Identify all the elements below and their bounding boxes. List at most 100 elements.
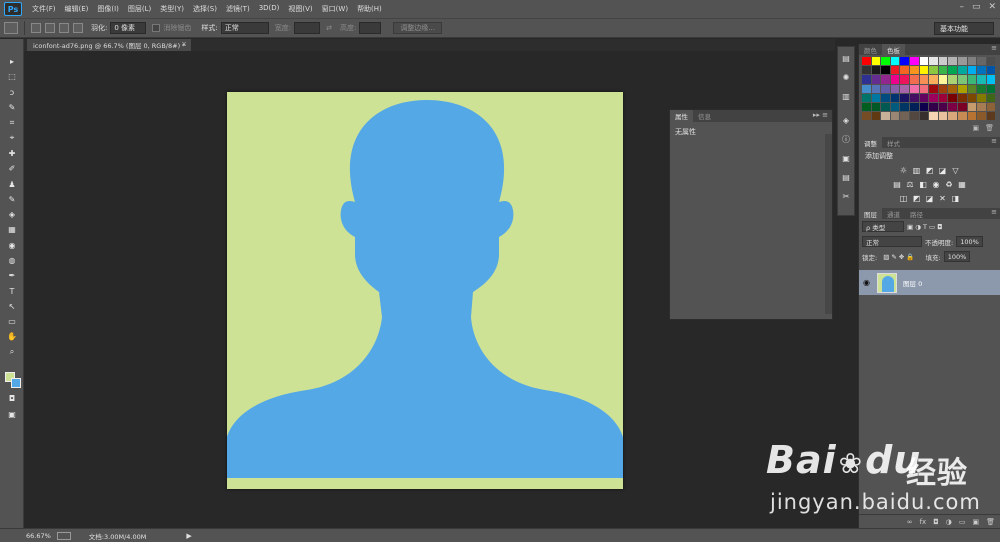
tab-layers[interactable]: 图层 — [859, 208, 882, 220]
color-swatch[interactable] — [948, 75, 957, 84]
color-swatch[interactable] — [977, 102, 986, 112]
color-swatch[interactable] — [957, 75, 967, 84]
color-swatch[interactable] — [919, 112, 929, 121]
color-swatch[interactable] — [948, 102, 957, 112]
color-swatch[interactable] — [890, 93, 900, 102]
color-swatch[interactable] — [938, 84, 948, 93]
color-swatch[interactable] — [909, 112, 919, 121]
refine-edge-button[interactable]: 调整边缘... — [393, 22, 442, 34]
color-swatch[interactable] — [929, 75, 938, 84]
add-selection-icon[interactable] — [45, 23, 55, 33]
color-swatch[interactable] — [967, 57, 977, 66]
adjustment-icon[interactable]: ◩ — [925, 166, 934, 175]
tab-channels[interactable]: 通道 — [882, 208, 905, 219]
workspace-select[interactable]: 基本功能 — [934, 22, 994, 35]
close-tab-icon[interactable]: × — [181, 40, 187, 48]
color-swatch[interactable] — [977, 75, 986, 84]
tool-icon[interactable]: ⬚ — [0, 69, 24, 84]
adjustment-icon[interactable]: ◨ — [951, 194, 960, 203]
menu-item[interactable]: 图层(L) — [128, 4, 151, 14]
color-swatch[interactable] — [871, 93, 881, 102]
properties-scrollbar[interactable] — [825, 134, 832, 314]
color-swatch[interactable] — [909, 93, 919, 102]
adjustment-icon[interactable]: ☼ — [899, 166, 908, 175]
color-swatch[interactable] — [862, 93, 871, 102]
tab-color[interactable]: 颜色 — [859, 44, 882, 55]
character-icon[interactable]: ▣ — [838, 150, 854, 166]
swap-icon[interactable]: ⇄ — [326, 24, 332, 32]
color-swatch[interactable] — [881, 84, 890, 93]
color-swatch[interactable] — [986, 102, 996, 112]
color-swatch[interactable] — [967, 66, 977, 75]
adjustment-icon[interactable]: ✕ — [938, 194, 947, 203]
tool-icon[interactable]: ▭ — [0, 314, 24, 329]
color-swatch[interactable] — [909, 57, 919, 66]
color-swatch[interactable] — [900, 57, 909, 66]
color-swatch[interactable] — [909, 75, 919, 84]
color-swatch[interactable] — [862, 66, 871, 75]
color-swatch[interactable] — [871, 57, 881, 66]
marquee-preset-icon[interactable] — [4, 22, 18, 34]
color-swatch[interactable] — [986, 84, 996, 93]
status-preview-icon[interactable] — [56, 531, 71, 540]
color-swatch[interactable] — [862, 75, 871, 84]
menu-item[interactable]: 窗口(W) — [322, 4, 348, 14]
tool-icon[interactable]: ✎ — [0, 100, 24, 115]
color-swatch[interactable] — [957, 102, 967, 112]
color-swatch[interactable] — [977, 112, 986, 121]
opacity-input[interactable]: 100% — [956, 236, 983, 248]
subtract-selection-icon[interactable] — [59, 23, 69, 33]
color-swatch[interactable] — [929, 102, 938, 112]
document-canvas[interactable] — [227, 92, 623, 489]
screen-mode-icon[interactable]: ▣ — [0, 407, 24, 422]
color-swatch[interactable] — [890, 102, 900, 112]
tab-adjustments[interactable]: 调整 — [859, 137, 882, 149]
menu-item[interactable]: 滤镜(T) — [226, 4, 250, 14]
feather-input[interactable]: 0 像素 — [110, 22, 147, 34]
color-swatch[interactable] — [900, 66, 909, 75]
delete-swatch-icon[interactable]: 🗑 — [985, 124, 994, 132]
color-swatch[interactable] — [929, 84, 938, 93]
tool-icon[interactable]: ▦ — [0, 222, 24, 237]
tool-icon[interactable]: ✒ — [0, 268, 24, 283]
properties-panel-icon[interactable]: ◈ — [838, 112, 854, 128]
color-swatch[interactable] — [986, 66, 996, 75]
color-swatch[interactable] — [948, 112, 957, 121]
adjustment-icon[interactable]: ◪ — [938, 166, 947, 175]
filter-icons[interactable]: ▣ ◑ T ▭ ◘ — [907, 223, 942, 231]
tool-icon[interactable]: ◉ — [0, 238, 24, 253]
adjustment-icon[interactable]: ▤ — [893, 180, 902, 189]
color-swatch[interactable] — [871, 84, 881, 93]
tool-icon[interactable]: ✋ — [0, 329, 24, 344]
background-color-swatch[interactable] — [11, 378, 21, 388]
tool-icon[interactable]: ✚ — [0, 146, 24, 161]
adjustment-icon[interactable]: ▽ — [951, 166, 960, 175]
color-swatch[interactable] — [967, 84, 977, 93]
adjustment-icon[interactable]: ▦ — [958, 180, 967, 189]
menu-item[interactable]: 3D(D) — [259, 4, 280, 14]
menu-item[interactable]: 类型(Y) — [160, 4, 184, 14]
blend-mode-select[interactable]: 正常 — [862, 236, 922, 248]
panel-menu-icon[interactable]: ≡ — [991, 208, 997, 216]
panel-collapse-icon[interactable]: ▸▸ ≡ — [813, 111, 828, 119]
color-swatch[interactable] — [938, 57, 948, 66]
color-swatch[interactable] — [881, 102, 890, 112]
color-swatch[interactable] — [900, 75, 909, 84]
color-swatch[interactable] — [890, 75, 900, 84]
adjustment-icon[interactable]: ⚖ — [906, 180, 915, 189]
restore-icon[interactable]: ▭ — [972, 2, 981, 12]
color-swatch[interactable] — [967, 102, 977, 112]
color-swatch[interactable] — [862, 102, 871, 112]
color-swatch[interactable] — [957, 93, 967, 102]
minimize-icon[interactable]: – — [959, 2, 964, 12]
color-swatch[interactable] — [881, 75, 890, 84]
color-swatch[interactable] — [967, 112, 977, 121]
adjustment-icon[interactable]: ◉ — [932, 180, 941, 189]
color-swatch[interactable] — [862, 57, 871, 66]
color-swatch[interactable] — [957, 84, 967, 93]
tool-icon[interactable]: ⌗ — [0, 115, 24, 130]
width-input[interactable] — [294, 22, 321, 34]
adjustment-icon[interactable]: ◩ — [912, 194, 921, 203]
color-swatch[interactable] — [881, 66, 890, 75]
new-swatch-icon[interactable]: ▣ — [972, 124, 979, 132]
